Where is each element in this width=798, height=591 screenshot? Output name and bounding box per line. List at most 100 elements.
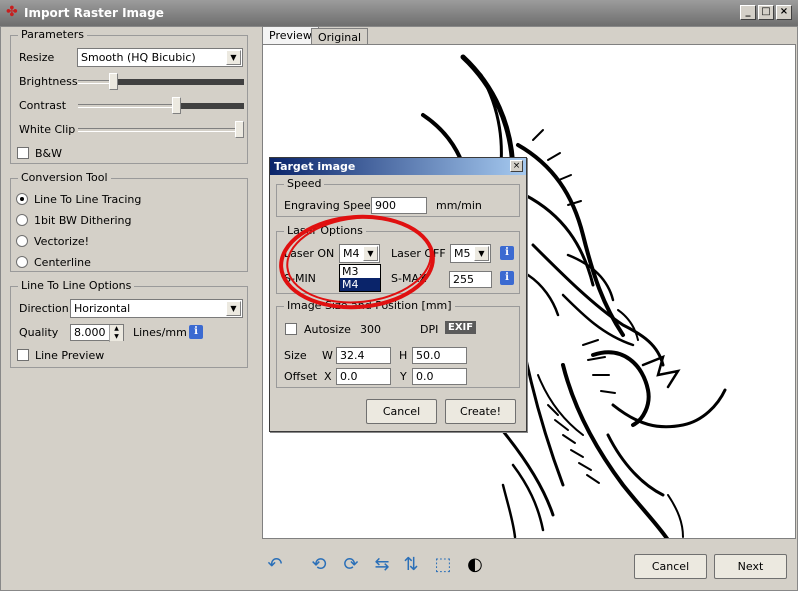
- contrast-fill: [181, 103, 244, 109]
- whiteclip-label: White Clip: [19, 123, 76, 136]
- dialog-title: Target image: [270, 158, 526, 175]
- chevron-down-icon: ▼: [226, 301, 241, 316]
- engraving-speed-value: 900: [375, 199, 396, 212]
- whiteclip-slider-thumb[interactable]: [235, 121, 244, 138]
- flip-horizontal-icon[interactable]: ⇆: [371, 554, 393, 576]
- dpi-label: DPI: [420, 323, 439, 336]
- reset-icon[interactable]: ↶: [264, 554, 286, 576]
- laser-on-option-m4[interactable]: M4: [340, 278, 380, 291]
- laser-on-dropdown-list[interactable]: M3 M4: [339, 264, 381, 292]
- direction-select-value: Horizontal: [74, 302, 131, 315]
- autosize-checkbox[interactable]: [285, 323, 297, 335]
- resize-select-value: Smooth (HQ Bicubic): [81, 51, 196, 64]
- laser-on-select[interactable]: M4 ▼: [339, 244, 380, 263]
- quality-value: 8.000: [74, 326, 106, 339]
- invert-icon[interactable]: ◐: [464, 554, 486, 576]
- offset-y-label: Y: [400, 370, 407, 383]
- conversion-option-label: 1bit BW Dithering: [34, 214, 132, 227]
- quality-unit: Lines/mm: [133, 326, 187, 339]
- laser-off-select[interactable]: M5 ▼: [450, 244, 491, 263]
- conversion-radio-1[interactable]: [16, 214, 28, 226]
- line-options-legend: Line To Line Options: [18, 279, 135, 292]
- quality-label: Quality: [19, 326, 59, 339]
- maximize-button[interactable]: □: [758, 5, 774, 20]
- line-preview-label: Line Preview: [35, 349, 105, 362]
- conversion-tool-legend: Conversion Tool: [18, 171, 111, 184]
- window-title: Import Raster Image: [24, 6, 164, 20]
- width-value: 32.4: [340, 349, 365, 362]
- smax-label: S-MAX: [391, 272, 427, 285]
- laser-options-legend: Laser Options: [284, 224, 366, 237]
- height-value: 50.0: [416, 349, 441, 362]
- rotate-cw-icon[interactable]: ⟳: [340, 554, 362, 576]
- smax-value: 255: [453, 273, 474, 286]
- contrast-slider-thumb[interactable]: [172, 97, 182, 114]
- spin-down-icon[interactable]: ▼: [110, 333, 123, 341]
- height-label: H: [399, 349, 408, 362]
- quality-stepper[interactable]: 8.000 ▲ ▼: [70, 324, 124, 342]
- resize-label: Resize: [19, 51, 55, 64]
- dialog-cancel-button[interactable]: Cancel: [366, 399, 437, 424]
- quality-info-icon[interactable]: i: [189, 325, 203, 339]
- chevron-down-icon: ▼: [363, 246, 378, 261]
- laser-on-value: M4: [343, 247, 360, 260]
- height-input[interactable]: 50.0: [412, 347, 467, 364]
- flip-vertical-icon[interactable]: ⇅: [400, 554, 422, 576]
- chevron-down-icon: ▼: [226, 50, 241, 65]
- bw-label: B&W: [35, 147, 63, 160]
- close-button[interactable]: ×: [776, 5, 792, 20]
- resize-select[interactable]: Smooth (HQ Bicubic) ▼: [77, 48, 243, 67]
- laser-info-icon[interactable]: i: [500, 246, 514, 260]
- quality-spin[interactable]: ▲ ▼: [109, 325, 123, 342]
- offset-x-input[interactable]: 0.0: [336, 368, 391, 385]
- dialog-close-button[interactable]: ×: [510, 160, 523, 172]
- contrast-label: Contrast: [19, 99, 67, 112]
- conversion-option-label: Centerline: [34, 256, 91, 269]
- smax-input[interactable]: 255: [449, 271, 492, 288]
- create-button[interactable]: Create!: [445, 399, 516, 424]
- laser-on-option-m3[interactable]: M3: [340, 265, 380, 278]
- conversion-radio-2[interactable]: [16, 235, 28, 247]
- brightness-slider-thumb[interactable]: [109, 73, 119, 90]
- speed-legend: Speed: [284, 177, 325, 190]
- minimize-icon: _: [745, 6, 751, 17]
- offset-x-value: 0.0: [340, 370, 358, 383]
- title-bar: ✤ Import Raster Image _ □ ×: [0, 0, 798, 26]
- spin-up-icon[interactable]: ▲: [110, 325, 123, 333]
- parameters-legend: Parameters: [18, 28, 87, 41]
- exif-button[interactable]: EXIF: [445, 321, 477, 334]
- offset-label: Offset: [284, 370, 318, 383]
- laser-off-value: M5: [454, 247, 471, 260]
- bw-checkbox[interactable]: [17, 147, 29, 159]
- direction-select[interactable]: Horizontal ▼: [70, 299, 243, 318]
- smin-label: S-MIN: [284, 272, 316, 285]
- brightness-fill: [118, 79, 244, 85]
- chevron-down-icon: ▼: [474, 246, 489, 261]
- minimize-button[interactable]: _: [740, 5, 756, 20]
- whiteclip-track[interactable]: [78, 128, 244, 132]
- cancel-button[interactable]: Cancel: [634, 554, 707, 579]
- brightness-label: Brightness: [19, 75, 78, 88]
- engraving-speed-input[interactable]: 900: [371, 197, 427, 214]
- offset-y-value: 0.0: [416, 370, 434, 383]
- laser-on-label: Laser ON: [284, 247, 335, 260]
- width-input[interactable]: 32.4: [336, 347, 391, 364]
- app-logo-icon: ✤: [6, 4, 18, 20]
- line-preview-checkbox[interactable]: [17, 349, 29, 361]
- smax-info-icon[interactable]: i: [500, 271, 514, 285]
- rotate-ccw-icon[interactable]: ⟲: [308, 554, 330, 576]
- direction-label: Direction: [19, 302, 69, 315]
- conversion-option-label: Line To Line Tracing: [34, 193, 142, 206]
- conversion-radio-0[interactable]: [16, 193, 28, 205]
- offset-y-input[interactable]: 0.0: [412, 368, 467, 385]
- crop-icon[interactable]: ⬚: [432, 554, 454, 576]
- engraving-speed-unit: mm/min: [436, 199, 482, 212]
- next-button[interactable]: Next: [714, 554, 787, 579]
- offset-x-label: X: [324, 370, 332, 383]
- autosize-label: Autosize: [304, 323, 351, 336]
- close-icon: ×: [779, 6, 789, 17]
- image-size-legend: Image Size and Position [mm]: [284, 299, 455, 312]
- maximize-icon: □: [761, 6, 771, 17]
- conversion-option-label: Vectorize!: [34, 235, 90, 248]
- conversion-radio-3[interactable]: [16, 256, 28, 268]
